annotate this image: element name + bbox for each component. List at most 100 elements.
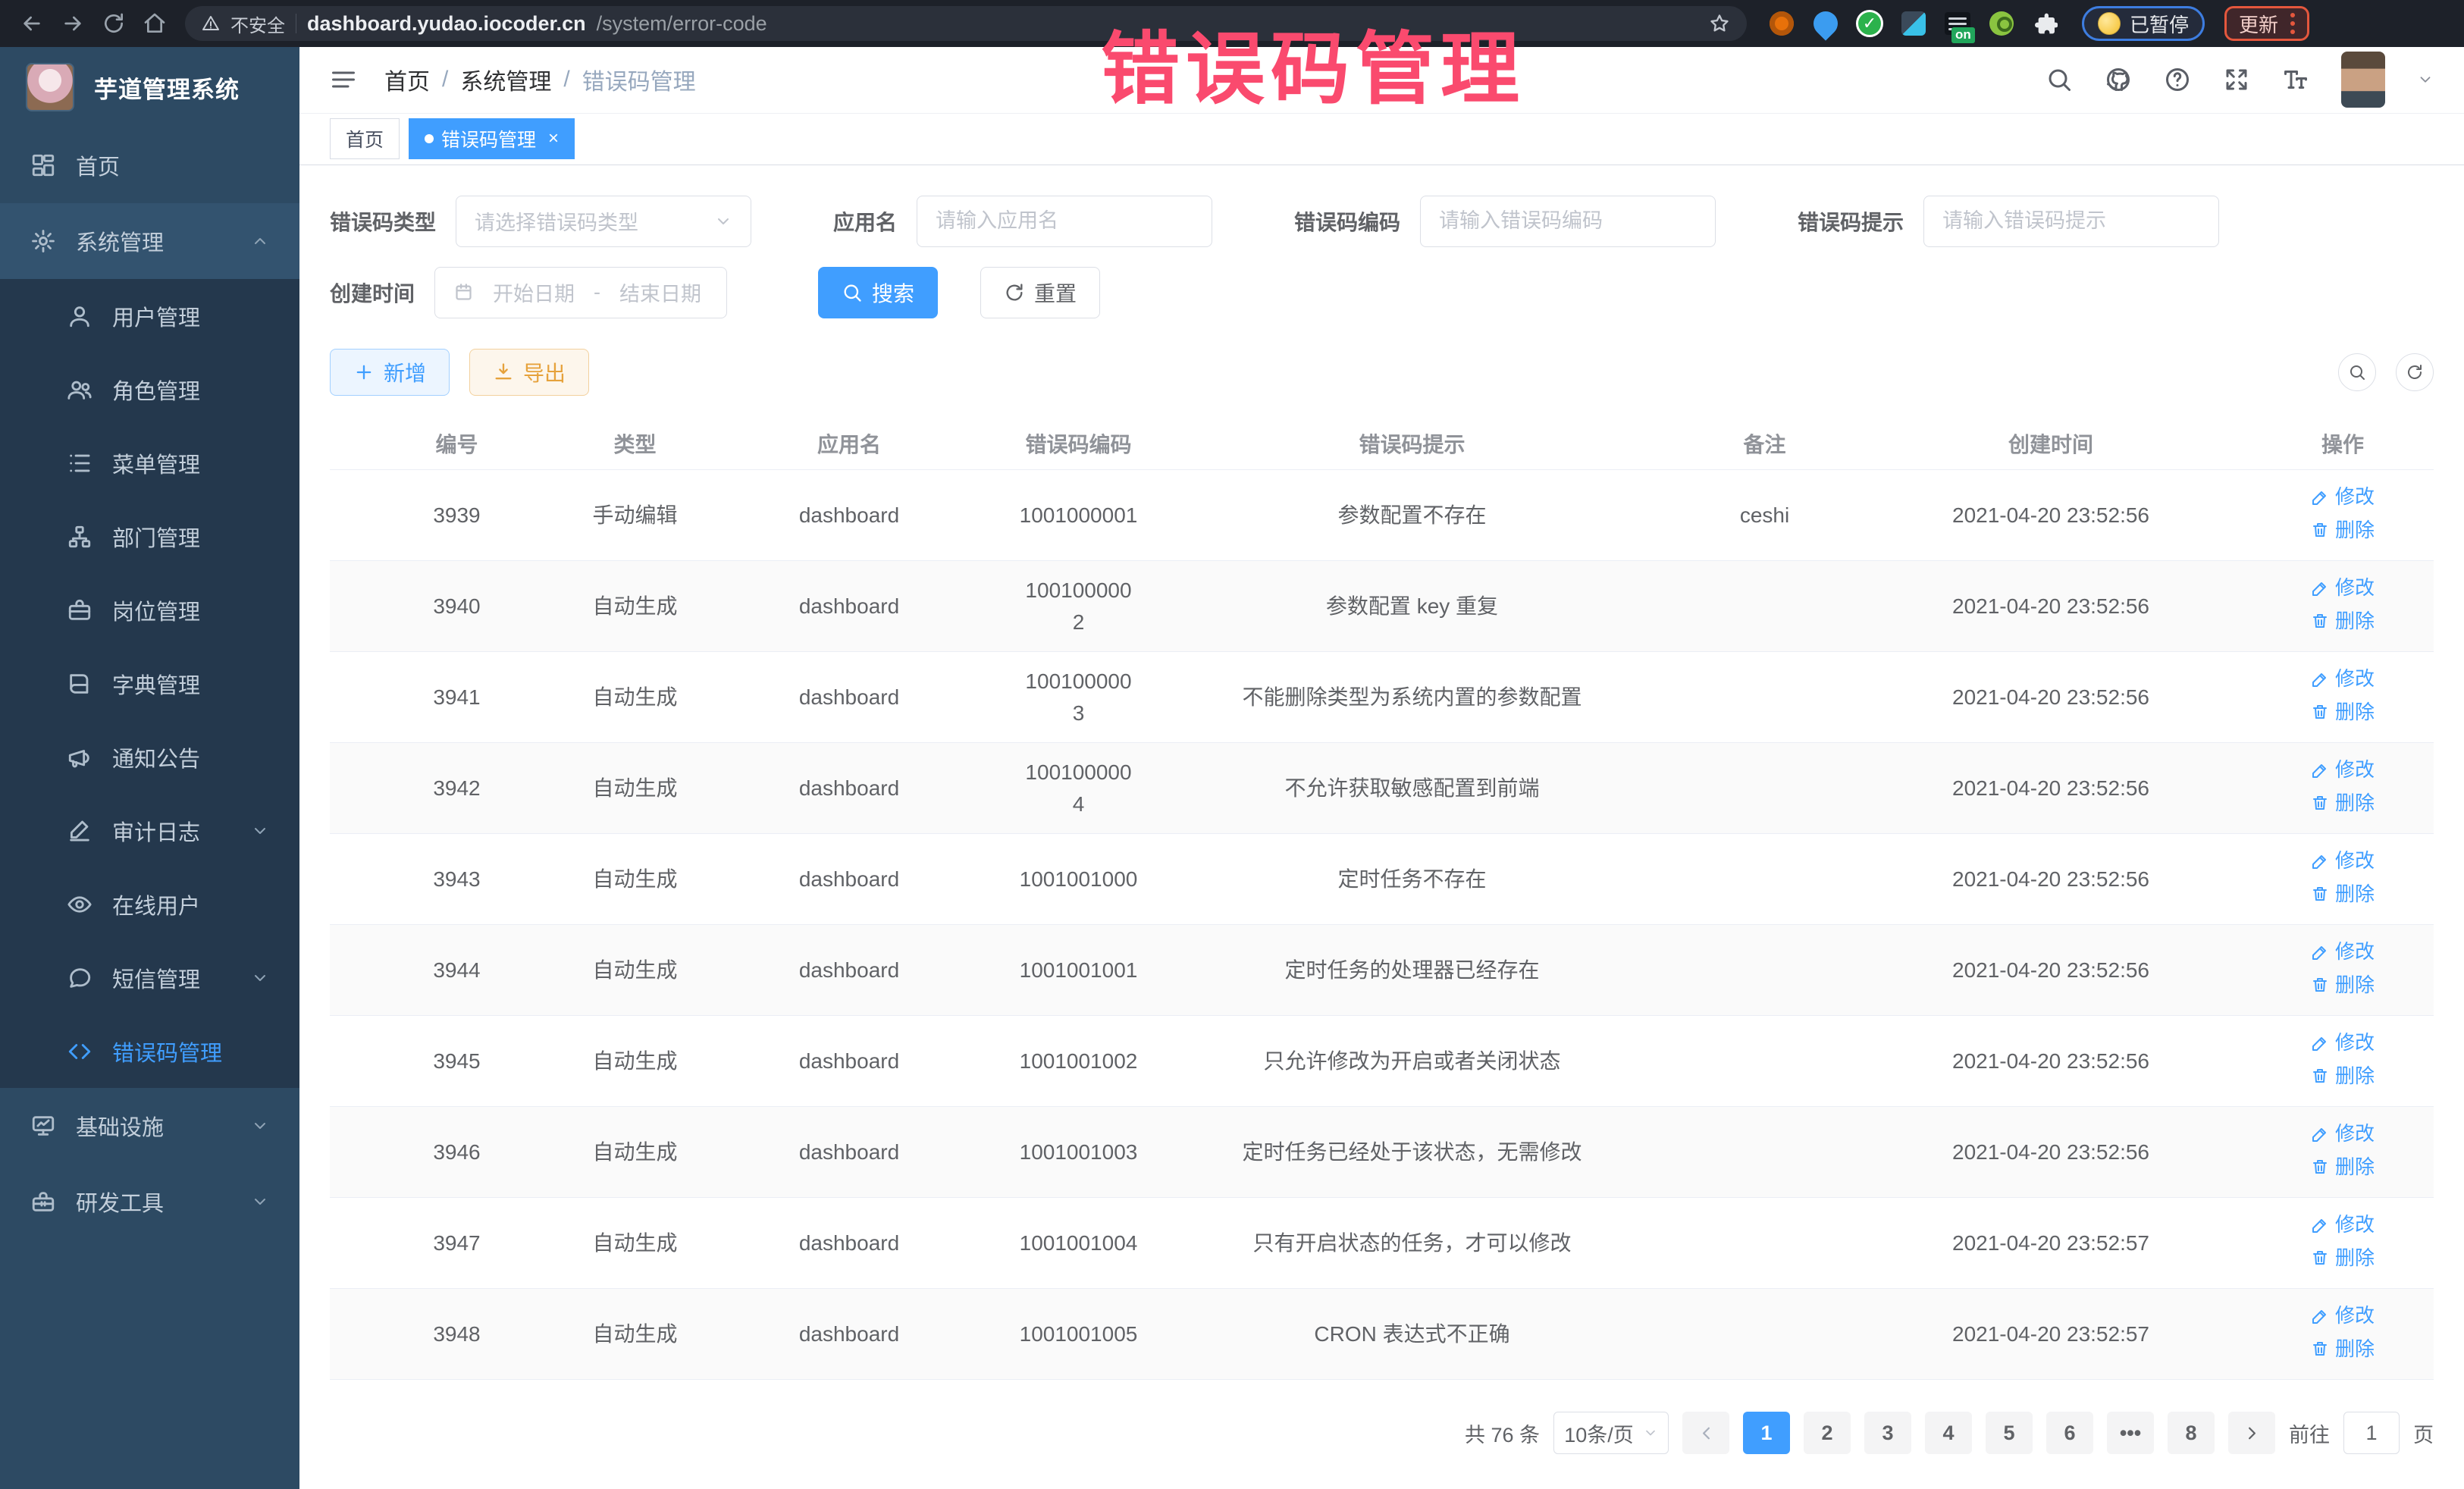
page-button-2[interactable]: 2	[1804, 1412, 1851, 1454]
tab-首页[interactable]: 首页	[330, 118, 400, 159]
edit-link[interactable]: 修改	[2311, 755, 2375, 785]
sidebar-item-字典管理[interactable]: 字典管理	[0, 647, 299, 720]
delete-link[interactable]: 删除	[2311, 879, 2375, 909]
chevron-down-icon	[251, 1117, 269, 1135]
table-cell-actions: 修改删除	[2252, 1289, 2434, 1380]
page-button-5[interactable]: 5	[1986, 1412, 2033, 1454]
error-type-select[interactable]: 请选择错误码类型	[456, 196, 751, 247]
breadcrumb-item[interactable]: 系统管理	[460, 63, 551, 96]
browser-back-icon[interactable]	[15, 7, 49, 40]
sidebar-item-首页[interactable]: 首页	[0, 127, 299, 203]
toggle-search-button[interactable]	[2338, 353, 2376, 391]
delete-link[interactable]: 删除	[2311, 1061, 2375, 1091]
page-button-8[interactable]: 8	[2168, 1412, 2215, 1454]
browser-menu-icon[interactable]	[2290, 13, 2295, 34]
sidebar-item-审计日志[interactable]: 审计日志	[0, 794, 299, 867]
close-tab-icon[interactable]: ×	[548, 128, 559, 149]
page-button-6[interactable]: 6	[2046, 1412, 2093, 1454]
extension-tampermonkey-icon[interactable]: on	[1944, 10, 1971, 37]
help-icon[interactable]	[2164, 66, 2191, 93]
bookmark-star-icon[interactable]	[1709, 13, 1730, 34]
prev-page-button[interactable]	[1682, 1412, 1729, 1454]
header-search-icon[interactable]	[2045, 66, 2073, 93]
profile-paused-badge[interactable]: 已暂停	[2082, 6, 2205, 41]
extension-green-check-icon[interactable]: ✓	[1856, 10, 1883, 37]
error-code-input[interactable]	[1439, 209, 1697, 233]
logo-row[interactable]: 芋道管理系统	[0, 47, 299, 127]
sidebar-item-错误码管理[interactable]: 错误码管理	[0, 1014, 299, 1088]
extension-grid-icon[interactable]	[1900, 10, 1927, 37]
edit-link[interactable]: 修改	[2311, 846, 2375, 876]
edit-link[interactable]: 修改	[2311, 1028, 2375, 1058]
sidebar-item-岗位管理[interactable]: 岗位管理	[0, 573, 299, 647]
sidebar-item-菜单管理[interactable]: 菜单管理	[0, 426, 299, 500]
search-button[interactable]: 搜索	[818, 267, 938, 318]
edit-link[interactable]: 修改	[2311, 1210, 2375, 1240]
reset-button[interactable]: 重置	[980, 267, 1100, 318]
table-cell: CRON 表达式不正确	[1145, 1289, 1679, 1380]
sidebar-item-基础设施[interactable]: 基础设施	[0, 1088, 299, 1164]
page-button-4[interactable]: 4	[1925, 1412, 1972, 1454]
refresh-table-button[interactable]	[2396, 353, 2434, 391]
fullscreen-icon[interactable]	[2223, 66, 2250, 93]
trash-icon	[2311, 885, 2329, 903]
delete-link[interactable]: 删除	[2311, 607, 2375, 636]
url-host: dashboard.yudao.iocoder.cn	[307, 12, 586, 36]
submenu: 用户管理角色管理菜单管理部门管理岗位管理字典管理通知公告审计日志在线用户短信管理…	[0, 279, 299, 1088]
breadcrumb-item[interactable]: 首页	[384, 63, 430, 96]
delete-link[interactable]: 删除	[2311, 1243, 2375, 1273]
pencil-icon	[2311, 488, 2329, 506]
address-bar[interactable]: 不安全 dashboard.yudao.iocoder.cn/system/er…	[185, 6, 1747, 41]
sidebar-item-系统管理[interactable]: 系统管理	[0, 203, 299, 279]
page-button-3[interactable]: 3	[1864, 1412, 1911, 1454]
page-size-select[interactable]: 10条/页	[1553, 1412, 1669, 1454]
sidebar-item-短信管理[interactable]: 短信管理	[0, 941, 299, 1014]
edit-link[interactable]: 修改	[2311, 937, 2375, 967]
not-secure-icon	[202, 14, 220, 33]
extension-location-icon[interactable]	[1812, 10, 1839, 37]
export-button[interactable]: 导出	[469, 349, 589, 396]
delete-link[interactable]: 删除	[2311, 970, 2375, 1000]
next-page-button[interactable]	[2228, 1412, 2275, 1454]
sidebar-item-用户管理[interactable]: 用户管理	[0, 279, 299, 353]
github-icon[interactable]	[2105, 66, 2132, 93]
table-cell	[1679, 561, 1850, 652]
browser-reload-icon[interactable]	[97, 7, 130, 40]
edit-link[interactable]: 修改	[2311, 664, 2375, 694]
delete-link[interactable]: 删除	[2311, 697, 2375, 727]
sidebar-item-通知公告[interactable]: 通知公告	[0, 720, 299, 794]
error-msg-input[interactable]	[1942, 209, 2200, 233]
extension-key-icon[interactable]	[1988, 10, 2015, 37]
browser-forward-icon[interactable]	[56, 7, 89, 40]
goto-label: 前往	[2289, 1418, 2330, 1448]
delete-link[interactable]: 删除	[2311, 1152, 2375, 1182]
browser-home-icon[interactable]	[138, 7, 171, 40]
edit-link[interactable]: 修改	[2311, 1119, 2375, 1149]
tab-错误码管理[interactable]: 错误码管理×	[409, 118, 575, 159]
chevron-down-icon	[251, 969, 269, 987]
sidebar-item-部门管理[interactable]: 部门管理	[0, 500, 299, 573]
edit-link[interactable]: 修改	[2311, 573, 2375, 603]
browser-update-button[interactable]: 更新	[2224, 6, 2309, 41]
delete-link[interactable]: 删除	[2311, 1334, 2375, 1364]
sidebar-item-在线用户[interactable]: 在线用户	[0, 867, 299, 941]
avatar-caret-icon[interactable]	[2417, 71, 2434, 88]
add-button[interactable]: 新增	[330, 349, 450, 396]
sidebar-item-角色管理[interactable]: 角色管理	[0, 353, 299, 426]
edit-link[interactable]: 修改	[2311, 482, 2375, 512]
app-name-input[interactable]	[936, 209, 1193, 233]
extensions-puzzle-icon[interactable]	[2032, 10, 2059, 37]
delete-link[interactable]: 删除	[2311, 516, 2375, 545]
date-range-picker[interactable]: 开始日期 - 结束日期	[434, 267, 727, 318]
font-size-icon[interactable]	[2282, 66, 2309, 93]
user-avatar[interactable]	[2341, 52, 2385, 108]
collapse-sidebar-icon[interactable]	[330, 66, 357, 93]
edit-link[interactable]: 修改	[2311, 1301, 2375, 1331]
sidebar-item-研发工具[interactable]: 研发工具	[0, 1164, 299, 1240]
goto-page-input[interactable]	[2343, 1412, 2400, 1454]
more-pages-button[interactable]: •••	[2107, 1412, 2154, 1454]
delete-link[interactable]: 删除	[2311, 788, 2375, 818]
page-button-1[interactable]: 1	[1743, 1412, 1790, 1454]
table-cell: 3948	[330, 1289, 584, 1380]
extension-orange-icon[interactable]	[1768, 10, 1795, 37]
